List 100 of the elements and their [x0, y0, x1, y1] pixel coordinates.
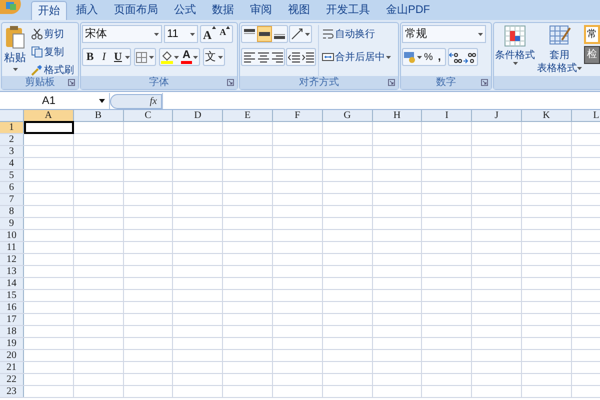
align-center-button[interactable]	[256, 50, 270, 64]
column-header[interactable]: F	[272, 110, 323, 121]
column-header[interactable]: G	[322, 110, 373, 121]
row-header[interactable]: 3	[0, 146, 24, 157]
paint-bucket-icon	[161, 50, 173, 64]
row-header[interactable]: 15	[0, 290, 24, 301]
column-header[interactable]: J	[472, 110, 522, 121]
format-as-table-button[interactable]: 套用 表格格式	[537, 25, 582, 76]
ribbon-tab[interactable]: 金山PDF	[379, 1, 437, 20]
caret-icon	[417, 56, 422, 58]
borders-button[interactable]	[134, 48, 156, 66]
middle-align-button[interactable]	[257, 26, 272, 42]
ribbon-tab[interactable]: 页面布局	[107, 1, 165, 20]
row-header[interactable]: 8	[0, 206, 24, 217]
name-box[interactable]: A1	[0, 93, 110, 109]
ribbon-tab[interactable]: 公式	[167, 1, 203, 20]
copy-button[interactable]: 复制	[29, 43, 76, 61]
text-lines-icon	[258, 50, 268, 64]
ribbon-tab[interactable]: 插入	[69, 1, 105, 20]
insert-function-button[interactable]: fx	[150, 94, 157, 108]
row-header[interactable]: 11	[0, 242, 24, 253]
row-header[interactable]: 23	[0, 386, 24, 397]
merge-cells-icon	[322, 51, 334, 63]
copy-icon	[31, 46, 43, 58]
row-header[interactable]: 4	[0, 158, 24, 169]
decrease-decimal-button[interactable]	[462, 50, 477, 64]
font-name-value: 宋体	[85, 26, 107, 42]
font-size-dropdown[interactable]: 11	[164, 25, 198, 43]
column-header[interactable]: D	[173, 110, 224, 121]
row-header[interactable]: 1	[0, 122, 24, 133]
column-header[interactable]: H	[372, 110, 422, 121]
row-header[interactable]: 18	[0, 326, 24, 337]
row-header[interactable]: 12	[0, 254, 24, 265]
shrink-font-button[interactable]: A	[218, 26, 232, 42]
column-header[interactable]: K	[522, 110, 572, 121]
row-header[interactable]: 20	[0, 350, 24, 361]
column-header[interactable]: L	[572, 110, 600, 121]
accounting-format-button[interactable]	[404, 51, 422, 63]
phonetic-guide-button[interactable]: 文	[203, 48, 225, 66]
font-color-button[interactable]: A	[181, 50, 198, 64]
underline-button[interactable]: U	[111, 48, 125, 66]
caret-up-icon	[212, 26, 216, 29]
italic-button[interactable]: I	[97, 48, 111, 66]
cut-button[interactable]: 剪切	[29, 25, 76, 43]
align-left-button[interactable]	[242, 50, 256, 64]
cell-style-swatch[interactable]: 检	[584, 46, 600, 64]
column-header[interactable]: E	[223, 110, 273, 121]
wrap-text-button[interactable]: 自动换行	[320, 25, 393, 43]
dialog-launcher-icon[interactable]	[388, 79, 395, 86]
format-painter-button[interactable]: 格式刷	[29, 61, 76, 76]
row-header[interactable]: 19	[0, 338, 24, 349]
row-header[interactable]: 9	[0, 218, 24, 229]
row-header[interactable]: 21	[0, 362, 24, 373]
ribbon-tab[interactable]: 视图	[281, 1, 317, 20]
row-header[interactable]: 2	[0, 134, 24, 145]
caret-icon	[174, 56, 179, 58]
ribbon-tab[interactable]: 审阅	[243, 1, 279, 20]
fill-color-button[interactable]	[161, 50, 179, 64]
paste-button[interactable]: 粘贴	[3, 25, 27, 76]
merge-center-button[interactable]: 合并后居中	[320, 48, 393, 66]
caret-icon	[154, 32, 159, 36]
increase-decimal-button[interactable]	[448, 50, 463, 64]
row-header[interactable]: 16	[0, 302, 24, 313]
increase-indent-button[interactable]	[301, 50, 315, 64]
ribbon-tab[interactable]: 数据	[205, 1, 241, 20]
column-header[interactable]: A	[24, 110, 74, 121]
name-box-value: A1	[42, 94, 56, 109]
row-header[interactable]: 6	[0, 182, 24, 193]
row-header[interactable]: 10	[0, 230, 24, 241]
ribbon-tab[interactable]: 开始	[31, 1, 67, 20]
orientation-button[interactable]	[289, 25, 312, 43]
cell-style-swatch[interactable]: 常	[584, 25, 600, 44]
percent-button[interactable]: %	[423, 50, 434, 64]
row-header[interactable]: 5	[0, 170, 24, 181]
row-header[interactable]: 13	[0, 266, 24, 277]
font-name-dropdown[interactable]: 宋体	[82, 25, 162, 43]
number-format-dropdown[interactable]: 常规	[402, 25, 486, 43]
bold-button[interactable]: B	[83, 48, 97, 66]
caret-icon	[125, 56, 130, 58]
decrease-indent-button[interactable]	[287, 50, 301, 64]
comma-button[interactable]: ,	[434, 48, 444, 66]
align-right-button[interactable]	[270, 50, 284, 64]
group-label: 字体	[149, 78, 169, 88]
caret-icon	[149, 56, 154, 58]
clipboard-icon	[5, 25, 25, 49]
dialog-launcher-icon[interactable]	[68, 79, 75, 86]
column-header[interactable]: B	[74, 110, 124, 121]
column-header[interactable]: C	[124, 110, 174, 121]
text-lines-icon	[272, 50, 282, 64]
dialog-launcher-icon[interactable]	[481, 79, 488, 86]
row-header[interactable]: 17	[0, 314, 24, 325]
dialog-launcher-icon[interactable]	[227, 79, 234, 86]
active-cell[interactable]	[24, 121, 74, 134]
row-header[interactable]: 22	[0, 374, 24, 385]
conditional-formatting-button[interactable]: 条件格式	[495, 25, 535, 76]
row-header[interactable]: 7	[0, 194, 24, 205]
row-header[interactable]: 14	[0, 278, 24, 289]
ribbon-tab[interactable]: 开发工具	[319, 1, 377, 20]
grow-font-button[interactable]: A	[201, 26, 218, 42]
column-header[interactable]: I	[422, 110, 472, 121]
